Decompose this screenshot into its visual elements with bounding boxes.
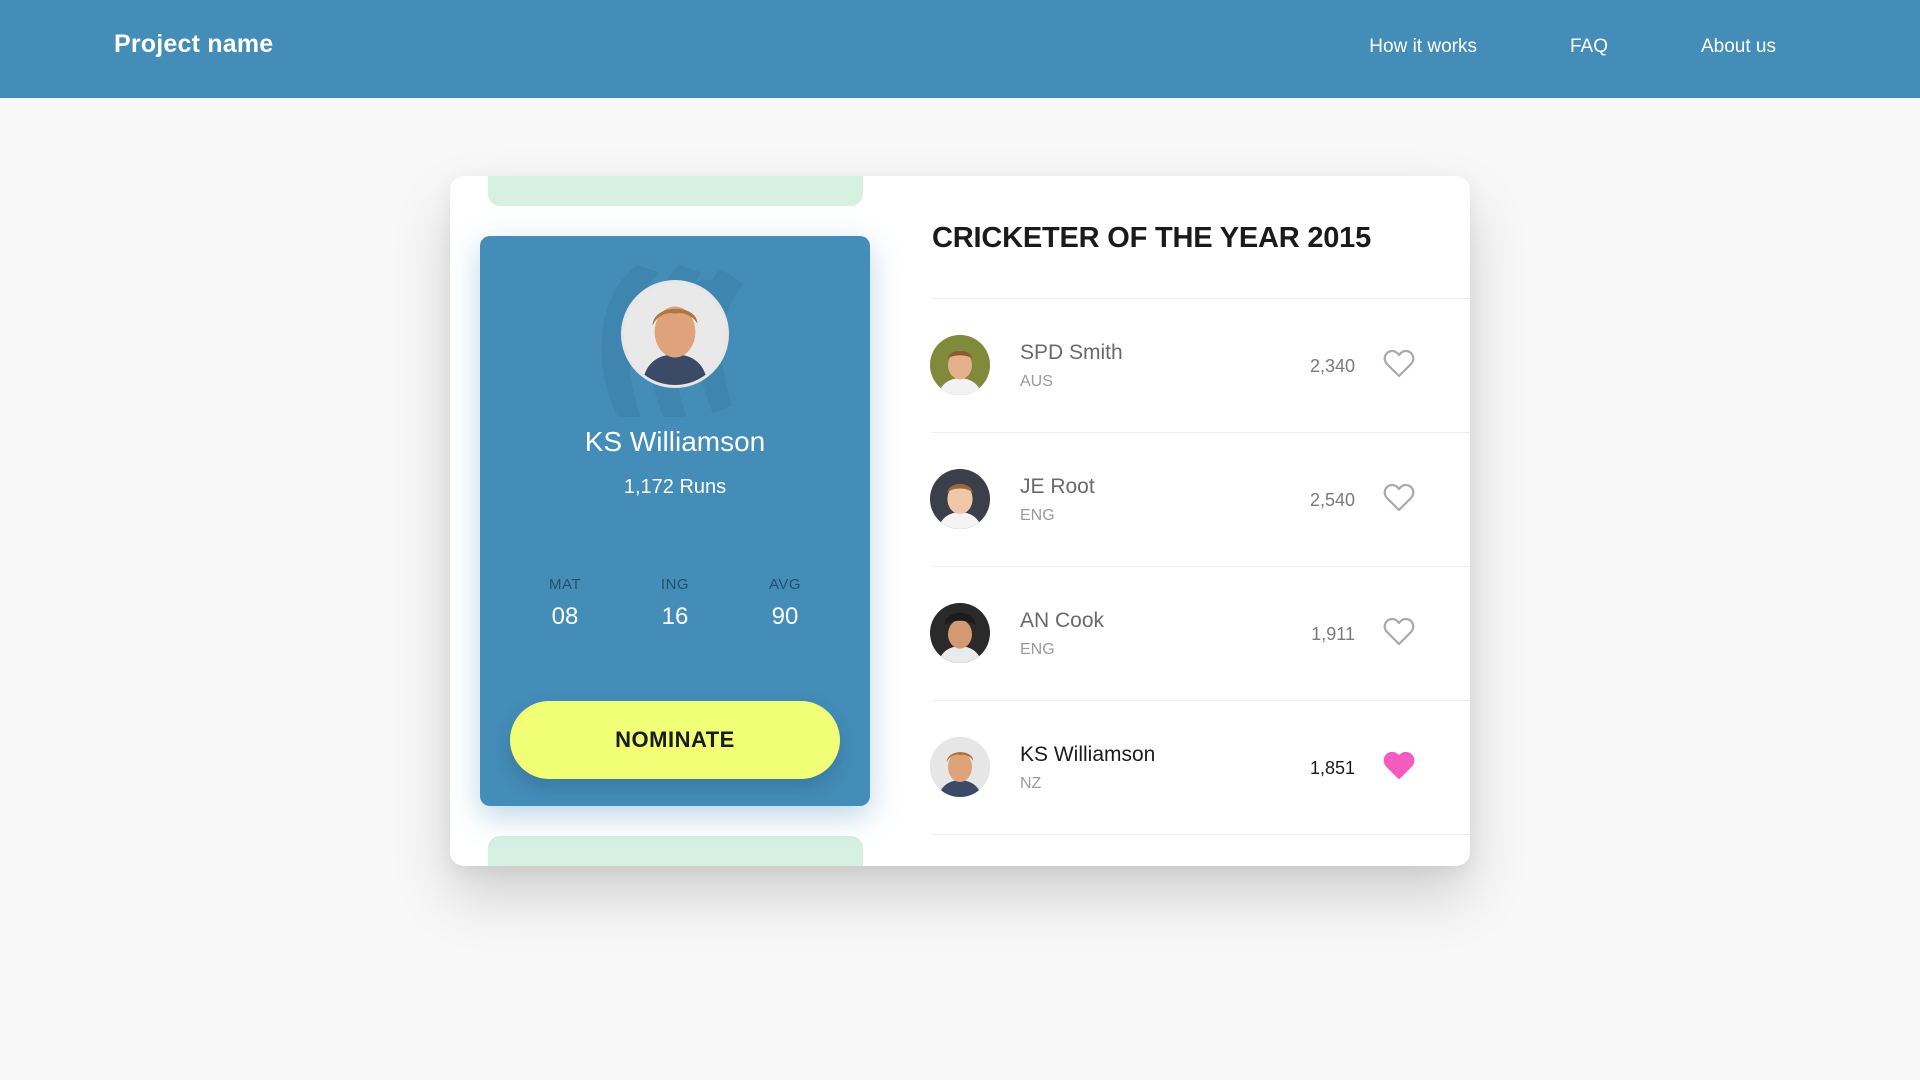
nav-links: How it works FAQ About us — [1369, 36, 1776, 58]
nomination-panel: KS Williamson 1,172 Runs MAT 08 ING 16 A… — [450, 176, 1470, 866]
card-stack-top-stub — [488, 176, 863, 206]
vote-count: 1,851 — [1309, 758, 1355, 778]
avatar — [930, 737, 990, 797]
player-runs: 1,172 Runs — [623, 476, 727, 498]
stat-matches: MAT 08 — [525, 576, 605, 631]
nominate-button[interactable]: NOMINATE — [510, 701, 840, 779]
list-item[interactable]: KS Williamson NZ 1,851 — [930, 701, 1470, 835]
player-country: ENG — [1020, 641, 1055, 658]
heart-icon[interactable] — [1383, 483, 1415, 513]
player-name: JE Root — [1020, 475, 1095, 498]
heart-icon[interactable] — [1383, 751, 1415, 781]
stat-innings: ING 16 — [635, 576, 715, 631]
heart-icon[interactable] — [1383, 617, 1415, 647]
avatar — [930, 469, 990, 529]
player-list: SPD Smith AUS 2,340 JE Root ENG 2,540 AN… — [930, 299, 1470, 835]
player-name: KS Williamson — [584, 426, 766, 457]
player-country: ENG — [1020, 507, 1055, 524]
player-name: AN Cook — [1020, 609, 1105, 632]
list-title: CRICKETER OF THE YEAR 2015 — [932, 222, 1372, 254]
vote-count: 2,340 — [1309, 356, 1355, 376]
list-item[interactable]: AN Cook ENG 1,911 — [930, 567, 1470, 701]
brand-logo[interactable]: Project name — [114, 30, 273, 59]
player-avatar — [621, 280, 729, 388]
vote-count: 1,911 — [1311, 624, 1355, 644]
navbar: Project name How it works FAQ About us — [0, 0, 1920, 98]
stat-value: 16 — [661, 603, 689, 630]
player-name: SPD Smith — [1020, 341, 1123, 364]
stat-label: ING — [660, 576, 690, 593]
stat-value: 90 — [771, 603, 799, 630]
player-country: NZ — [1020, 775, 1042, 792]
avatar — [930, 603, 990, 663]
vote-count: 2,540 — [1309, 490, 1355, 510]
player-profile-card: KS Williamson 1,172 Runs MAT 08 ING 16 A… — [480, 236, 870, 806]
player-stats: MAT 08 ING 16 AVG 90 — [480, 576, 870, 631]
list-item[interactable]: JE Root ENG 2,540 — [930, 433, 1470, 567]
player-name: KS Williamson — [1020, 743, 1156, 766]
stat-label: AVG — [768, 576, 802, 593]
nav-link-how-it-works[interactable]: How it works — [1369, 36, 1477, 58]
stat-value: 08 — [551, 603, 579, 630]
card-stack-bottom-stub — [488, 836, 863, 866]
avatar — [930, 335, 990, 395]
stat-label: MAT — [548, 576, 582, 593]
nav-link-faq[interactable]: FAQ — [1570, 36, 1608, 58]
player-country: AUS — [1020, 373, 1053, 390]
heart-icon[interactable] — [1383, 349, 1415, 379]
nav-link-about-us[interactable]: About us — [1701, 36, 1776, 58]
list-item[interactable]: SPD Smith AUS 2,340 — [930, 299, 1470, 433]
stat-average: AVG 90 — [745, 576, 825, 631]
